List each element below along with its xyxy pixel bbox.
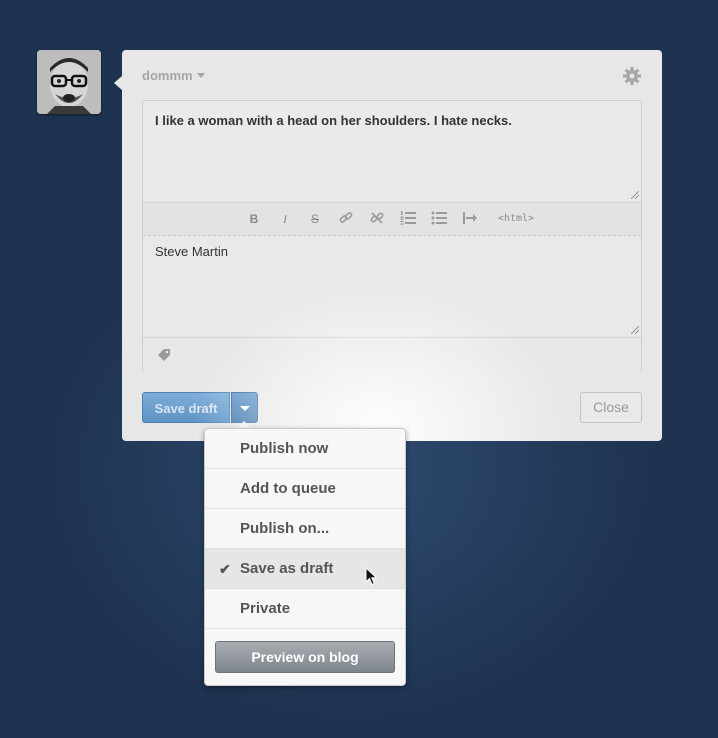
avatar-face-icon (37, 50, 101, 114)
preview-on-blog-button[interactable]: Preview on blog (215, 641, 395, 673)
post-editor: I like a woman with a head on her should… (142, 100, 642, 372)
chevron-down-icon (196, 73, 205, 78)
tags-field[interactable] (143, 337, 641, 372)
read-more-icon (463, 212, 477, 224)
resize-handle[interactable] (631, 191, 639, 199)
publish-options-menu: Publish now Add to queue Publish on... ✔… (204, 428, 406, 686)
link-button[interactable] (337, 211, 355, 227)
quote-field[interactable]: I like a woman with a head on her should… (143, 101, 641, 201)
menu-item-publish-now[interactable]: Publish now (205, 429, 405, 469)
bold-button[interactable]: B (245, 211, 263, 227)
format-toolbar: B I S <html> (143, 202, 641, 236)
unordered-list-icon (431, 211, 447, 225)
mouse-cursor-icon (365, 567, 378, 586)
avatar[interactable] (37, 50, 101, 114)
menu-item-publish-on[interactable]: Publish on... (205, 509, 405, 549)
source-text: Steve Martin (155, 244, 228, 259)
save-options-dropdown[interactable] (231, 392, 258, 423)
read-more-button[interactable] (461, 211, 479, 227)
ordered-list-icon (400, 211, 416, 225)
link-icon (339, 212, 353, 223)
menu-item-label: Save as draft (240, 560, 334, 577)
italic-button[interactable]: I (276, 211, 294, 227)
source-field[interactable]: Steve Martin (143, 236, 641, 336)
checkmark-icon: ✔ (219, 561, 231, 577)
unlink-button[interactable] (368, 211, 386, 227)
card-pointer (114, 76, 122, 90)
gear-icon[interactable] (622, 66, 642, 86)
blog-selector[interactable]: dommm (142, 68, 205, 83)
blog-name: dommm (142, 68, 193, 83)
close-button[interactable]: Close (580, 392, 642, 423)
ordered-list-button[interactable] (399, 211, 417, 227)
html-button[interactable]: <html> (491, 211, 541, 227)
save-draft-button[interactable]: Save draft (142, 392, 230, 423)
menu-item-add-to-queue[interactable]: Add to queue (205, 469, 405, 509)
post-card: dommm I like a woman with a head on her … (122, 50, 662, 441)
menu-item-private[interactable]: Private (205, 589, 405, 629)
strikethrough-button[interactable]: S (306, 211, 324, 227)
unlink-icon (370, 212, 384, 224)
quote-text: I like a woman with a head on her should… (155, 113, 512, 128)
tag-icon (158, 349, 170, 361)
unordered-list-button[interactable] (430, 211, 448, 227)
resize-handle[interactable] (631, 326, 639, 334)
